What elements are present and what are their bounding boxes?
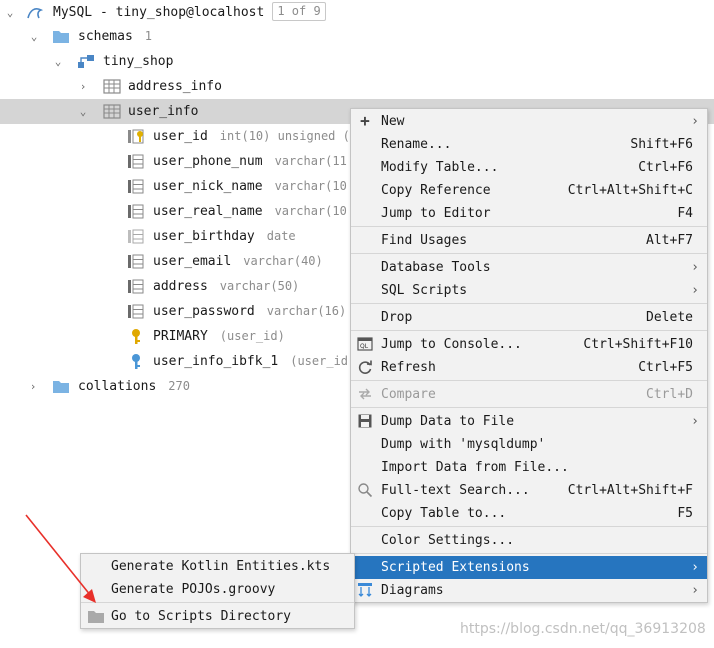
watermark: https://blog.csdn.net/qq_36913208 — [460, 621, 706, 637]
annotation-arrow — [25, 514, 96, 603]
